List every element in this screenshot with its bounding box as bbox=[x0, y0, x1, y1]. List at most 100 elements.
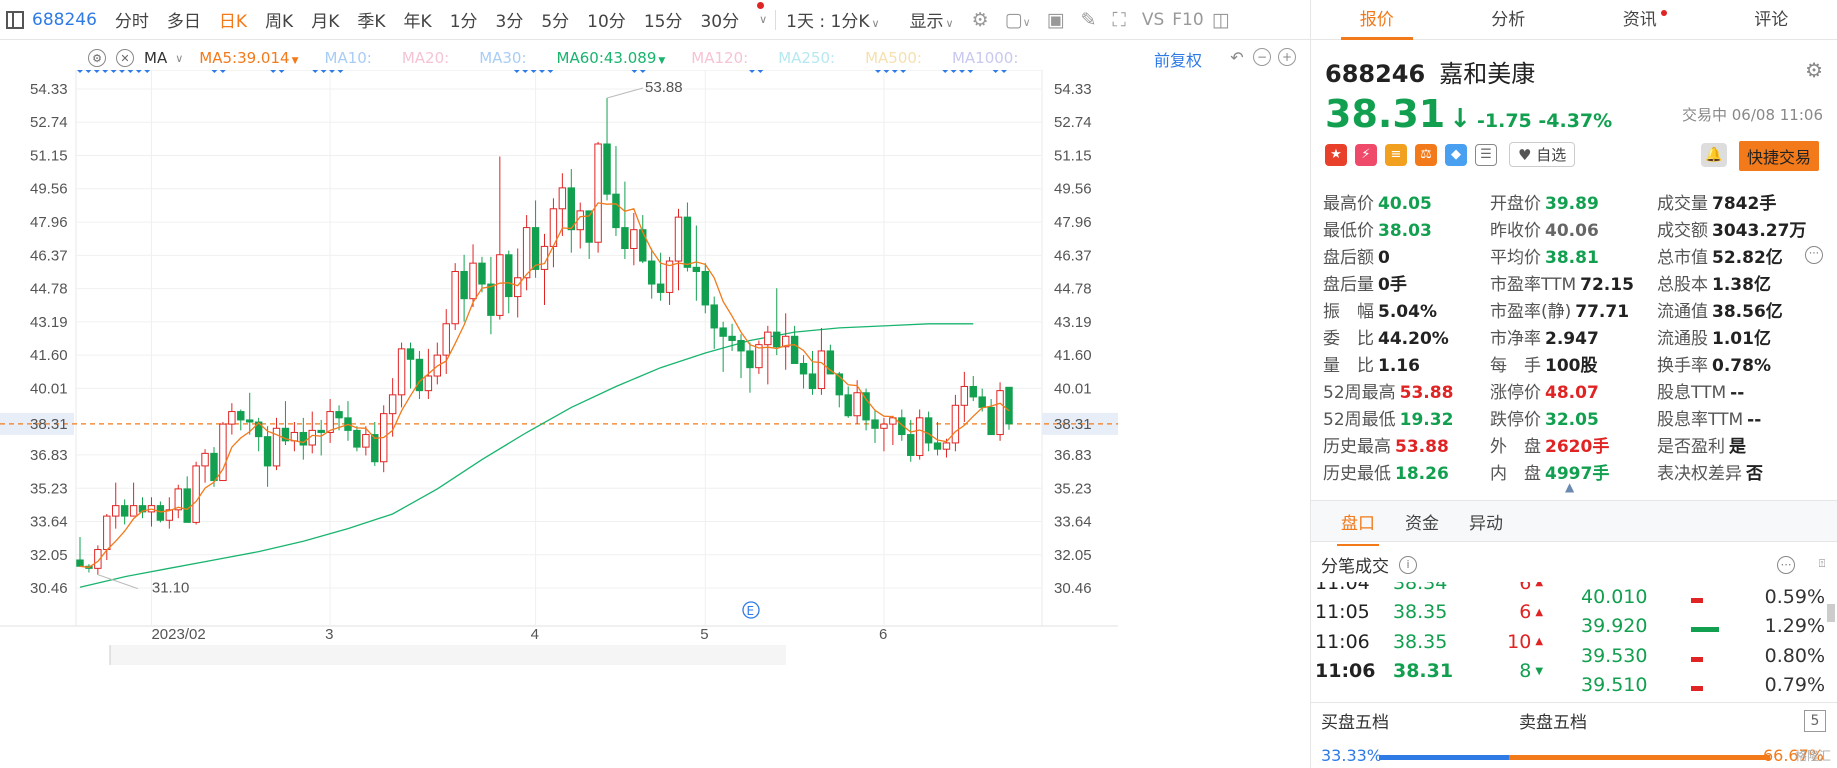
period-6[interactable]: 年K bbox=[404, 7, 432, 32]
y-tick-label-left: 38.31 bbox=[30, 416, 68, 433]
period-7[interactable]: 1分 bbox=[450, 7, 478, 32]
stat-label: 市盈率TTM bbox=[1490, 275, 1577, 295]
close-icon[interactable]: ✕ bbox=[116, 49, 134, 67]
undo-icon[interactable]: ↶ bbox=[1228, 48, 1246, 67]
sidebar-toggle-icon[interactable] bbox=[6, 10, 24, 29]
candle-body bbox=[719, 327, 727, 337]
tag-icon[interactable]: ◆ bbox=[1445, 143, 1467, 166]
period-5[interactable]: 季K bbox=[357, 7, 385, 32]
period-8[interactable]: 3分 bbox=[496, 7, 524, 32]
ma-item-5[interactable]: MA120: bbox=[691, 49, 748, 67]
period-2[interactable]: 日K bbox=[219, 7, 247, 32]
info-icon[interactable]: i bbox=[1399, 555, 1417, 574]
stat-value: 19.32 bbox=[1399, 410, 1454, 430]
ma-name: MA250: bbox=[778, 49, 836, 67]
candle bbox=[120, 499, 129, 525]
settings-icon[interactable]: ⚙ bbox=[88, 49, 106, 67]
bell-icon[interactable]: 🔔 bbox=[1701, 143, 1727, 167]
y-tick-label-right: 52.74 bbox=[1054, 114, 1092, 131]
settings-icon[interactable]: ⚙ bbox=[972, 9, 989, 31]
ma-item-3[interactable]: MA30: bbox=[479, 49, 526, 67]
more-icon[interactable]: ⋯ bbox=[1805, 246, 1823, 264]
stat-value: 38.81 bbox=[1545, 248, 1599, 268]
add-watchlist-button[interactable]: ♥ 自选 bbox=[1509, 142, 1576, 167]
scrollbar[interactable] bbox=[1827, 604, 1835, 622]
camera-icon[interactable]: ▣ bbox=[1047, 9, 1065, 31]
stock-code-link[interactable]: 688246 bbox=[32, 10, 97, 30]
database-icon[interactable]: ≡ bbox=[1385, 143, 1407, 166]
period-4[interactable]: 月K bbox=[311, 7, 339, 32]
candle-body bbox=[630, 229, 638, 250]
vs-compare-button[interactable]: VS bbox=[1142, 10, 1164, 30]
tick-list[interactable]: 11:04 38.34 6 ▲ 11:05 38.35 6 ▲ 11:06 38.35 10 ▲ 11:… bbox=[1311, 582, 1549, 702]
candle-body bbox=[478, 262, 486, 285]
candle-body bbox=[112, 505, 120, 517]
stat-cell: 量 比 1.16 bbox=[1323, 351, 1490, 376]
lightning-icon[interactable]: ⚡ bbox=[1355, 143, 1377, 166]
y-tick-label-right: 41.60 bbox=[1054, 347, 1092, 364]
panel-tab-3[interactable]: 评论 bbox=[1706, 0, 1837, 39]
ma-item-6[interactable]: MA250: bbox=[778, 49, 835, 67]
candle-body bbox=[263, 436, 272, 467]
collapse-icon[interactable]: ⍐ bbox=[1813, 556, 1831, 574]
candle bbox=[451, 263, 459, 331]
sub-tab-2[interactable]: 异动 bbox=[1469, 509, 1503, 534]
candle bbox=[460, 254, 468, 322]
triangle-down-icon: ▼ bbox=[291, 56, 299, 66]
pencil-icon[interactable]: ✎ bbox=[1081, 9, 1097, 31]
square-select-icon[interactable]: ▢∨ bbox=[1005, 9, 1031, 31]
candle-body bbox=[880, 423, 888, 429]
stat-cell: 52周最低 19.32 bbox=[1323, 405, 1490, 430]
display-menu[interactable]: 显示 ∨ bbox=[910, 7, 954, 32]
stat-label: 52周最高 bbox=[1323, 383, 1396, 403]
fuquan-toggle[interactable]: 前复权 bbox=[1154, 47, 1202, 71]
ma-item-8[interactable]: MA1000: bbox=[952, 49, 1018, 67]
candle-body bbox=[817, 350, 826, 390]
gear-icon[interactable]: ⚙ bbox=[1805, 58, 1823, 82]
period-10[interactable]: 10分 bbox=[587, 7, 626, 32]
event-marker bbox=[127, 70, 134, 73]
ma-item-1[interactable]: MA10: bbox=[325, 49, 372, 67]
period-11[interactable]: 15分 bbox=[644, 7, 683, 32]
stat-cell: 市盈率(静) 77.71 bbox=[1490, 297, 1657, 322]
scale-icon[interactable]: ⚖ bbox=[1415, 143, 1437, 166]
chevron-down-icon[interactable]: ∨ bbox=[175, 52, 183, 65]
fullscreen-icon[interactable]: ⛶ bbox=[1113, 9, 1126, 31]
panel-toggle-icon[interactable]: ◫ bbox=[1212, 9, 1230, 31]
sub-tab-0[interactable]: 盘口 bbox=[1337, 509, 1379, 546]
sub-tab-1[interactable]: 资金 bbox=[1405, 509, 1439, 534]
notebook-icon[interactable]: ☰ bbox=[1475, 143, 1497, 166]
zoom-in-icon[interactable]: + bbox=[1278, 48, 1296, 66]
panel-tab-2[interactable]: 资讯 bbox=[1574, 0, 1706, 39]
y-tick-label-left: 40.01 bbox=[30, 380, 68, 397]
ma-item-2[interactable]: MA20: bbox=[402, 49, 449, 67]
ma-item-7[interactable]: MA500: bbox=[865, 49, 922, 67]
book-level-toggle[interactable]: 5 bbox=[1804, 709, 1826, 732]
period-1[interactable]: 多日 bbox=[167, 7, 201, 32]
period-0[interactable]: 分时 bbox=[115, 7, 149, 32]
candle bbox=[737, 334, 745, 379]
candlestick-chart[interactable]: E 54.33 54.33 52.74 52.74 51.15 51.15 49.56 49.… bbox=[0, 70, 1310, 768]
candle bbox=[567, 169, 576, 253]
period-3[interactable]: 周K bbox=[265, 7, 293, 32]
period-12[interactable]: 30分 bbox=[700, 7, 739, 32]
ma-item-4[interactable]: MA60:43.089 ▼ bbox=[557, 49, 666, 67]
collapse-up-icon[interactable]: ▲ bbox=[1565, 480, 1574, 494]
event-marker bbox=[900, 70, 907, 73]
ma-item-0[interactable]: MA5:39.014 ▼ bbox=[199, 49, 298, 67]
stat-value: -- bbox=[1747, 410, 1762, 430]
panel-tab-0[interactable]: 报价 bbox=[1311, 0, 1443, 40]
zoom-out-icon[interactable]: − bbox=[1253, 48, 1271, 66]
range-select[interactable]: 1天 : 1分K ∨ bbox=[786, 7, 879, 32]
panel-tab-1[interactable]: 分析 bbox=[1443, 0, 1575, 39]
period-9[interactable]: 5分 bbox=[541, 7, 569, 32]
china-flag-icon[interactable]: ★ bbox=[1325, 143, 1347, 166]
event-marker bbox=[102, 70, 109, 73]
chevron-down-icon[interactable]: ∨ bbox=[759, 13, 767, 26]
f10-button[interactable]: F10 bbox=[1172, 10, 1203, 30]
candle-body bbox=[853, 392, 861, 417]
depth-list[interactable]: 40.010 0.59% 39.920 1.29% 39.530 0.80% 39.510 0… bbox=[1559, 582, 1829, 702]
quick-trade-button[interactable]: 快捷交易 bbox=[1739, 141, 1820, 171]
more-icon[interactable]: ⋯ bbox=[1777, 555, 1795, 574]
tick-row: 11:06 38.35 10 ▲ bbox=[1311, 627, 1549, 657]
